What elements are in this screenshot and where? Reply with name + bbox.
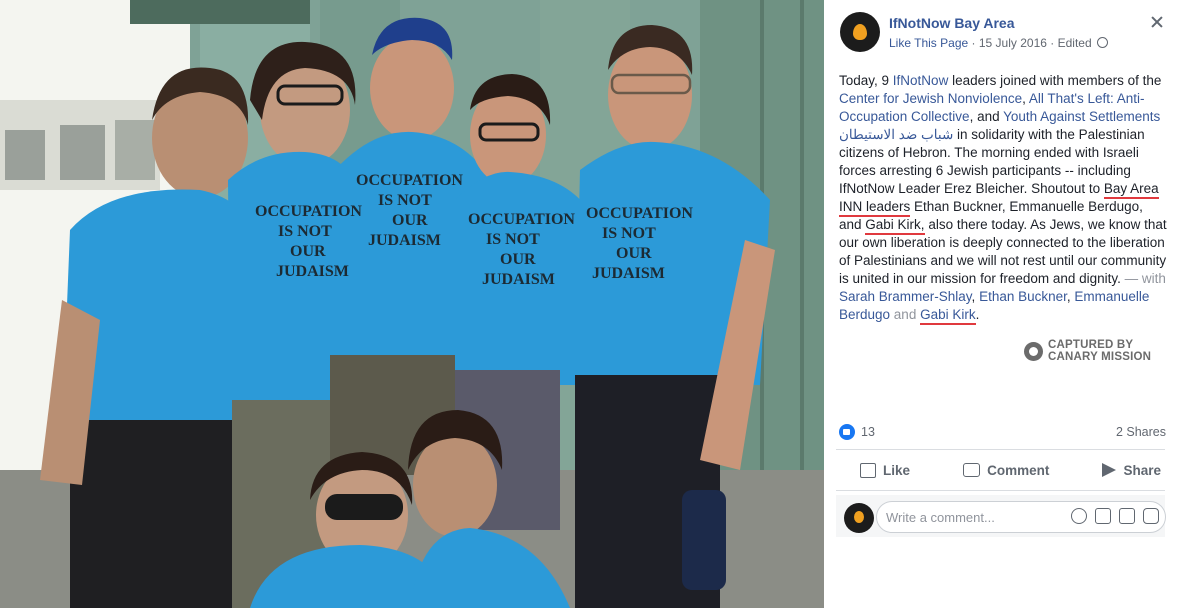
shirt-line: OCCUPATION — [356, 172, 463, 189]
text-fragment: Today, 9 — [839, 73, 893, 88]
page-name-link[interactable]: IfNotNow Bay Area — [889, 15, 1015, 31]
shirt-line: IS NOT — [278, 223, 332, 240]
shirt-line: OCCUPATION — [255, 203, 362, 220]
edited-label[interactable]: Edited — [1058, 36, 1092, 50]
with-prefix: — with — [1120, 271, 1166, 286]
sticker-icon[interactable] — [1143, 508, 1159, 524]
globe-icon — [1096, 37, 1108, 48]
post-actions: Like Comment Share — [836, 452, 1165, 488]
reaction-summary[interactable]: 13 — [839, 424, 875, 440]
post-date[interactable]: 15 July 2016 — [979, 36, 1047, 50]
like-label: Like — [883, 462, 911, 478]
tag-sarah[interactable]: Sarah Brammer-Shlay — [839, 289, 972, 304]
post-text: Today, 9 IfNotNow leaders joined with me… — [839, 72, 1169, 325]
share-label: Share — [1123, 462, 1161, 478]
post-meta: Like This Page · 15 July 2016 · Edited — [889, 36, 1108, 50]
window — [5, 130, 45, 180]
text-fragment: , — [971, 289, 980, 304]
divider — [836, 490, 1165, 491]
post-side-panel: IfNotNow Bay Area Like This Page · 15 Ju… — [824, 0, 1177, 608]
shirt-line: IS NOT — [602, 225, 656, 242]
canary-logo-icon — [1024, 342, 1043, 361]
emoji-icon[interactable] — [1071, 508, 1087, 524]
text-fragment: . — [975, 307, 980, 322]
like-button[interactable]: Like — [860, 452, 910, 488]
tag-ethan[interactable]: Ethan Buckner — [979, 289, 1067, 304]
reaction-count[interactable]: 13 — [861, 425, 875, 439]
watermark-line-1: CAPTURED BY — [1048, 339, 1134, 351]
window — [115, 120, 155, 180]
shirt-line: OUR — [392, 212, 428, 229]
cjn-link[interactable]: Center for Jewish Nonviolence — [839, 91, 1022, 106]
meta-separator: · — [1050, 36, 1055, 50]
like-page-link[interactable]: Like This Page — [889, 36, 968, 50]
comment-icon — [963, 463, 981, 477]
share-icon — [1102, 463, 1117, 477]
comment-area — [836, 495, 1166, 537]
text-fragment: and — [890, 307, 921, 322]
gif-icon[interactable] — [1119, 508, 1135, 524]
commenter-avatar — [844, 503, 874, 533]
shirt-line: IS NOT — [486, 231, 540, 248]
comment-tools — [1071, 508, 1159, 524]
meta-separator: · — [971, 36, 976, 50]
shirt-line: IS NOT — [378, 192, 432, 209]
awning — [130, 0, 310, 24]
divider — [836, 449, 1165, 450]
share-button[interactable]: Share — [1102, 452, 1161, 488]
highlighted-text: Gabi Kirk, — [865, 217, 925, 235]
text-fragment: leaders joined with members of the — [948, 73, 1162, 88]
page-avatar[interactable] — [840, 12, 880, 52]
shirt-line: JUDAISM — [482, 271, 555, 288]
comment-label: Comment — [987, 462, 1050, 478]
comment-button[interactable]: Comment — [963, 452, 1049, 488]
share-count[interactable]: 2 Shares — [1116, 425, 1166, 439]
shirt-line: OCCUPATION — [586, 205, 693, 222]
text-fragment: , and — [969, 109, 1004, 124]
shirt-line: JUDAISM — [276, 263, 349, 280]
photo-illustration: OCCUPATION IS NOT OUR JUDAISM OCCUPATION… — [0, 0, 824, 608]
canary-mission-watermark: CAPTURED BY CANARY MISSION — [1024, 339, 1152, 363]
window — [60, 125, 105, 180]
like-reaction-icon — [839, 424, 855, 440]
text-fragment: , — [1022, 91, 1029, 106]
ifnotnow-link[interactable]: IfNotNow — [893, 73, 949, 88]
camera-icon[interactable] — [1095, 508, 1111, 524]
post-photo[interactable]: OCCUPATION IS NOT OUR JUDAISM OCCUPATION… — [0, 0, 824, 608]
tag-gabi[interactable]: Gabi Kirk — [920, 307, 976, 325]
close-icon[interactable] — [1149, 14, 1165, 30]
thumbs-up-icon — [860, 462, 876, 478]
shirt-line: JUDAISM — [592, 265, 665, 282]
shirt-line: OUR — [616, 245, 652, 262]
shirt-line: OUR — [290, 243, 326, 260]
shirt-line: OCCUPATION — [468, 211, 575, 228]
watermark-line-2: CANARY MISSION — [1048, 350, 1152, 363]
flame-logo-icon — [853, 24, 867, 40]
shirt-line: JUDAISM — [368, 232, 441, 249]
shirt-line: OUR — [500, 251, 536, 268]
